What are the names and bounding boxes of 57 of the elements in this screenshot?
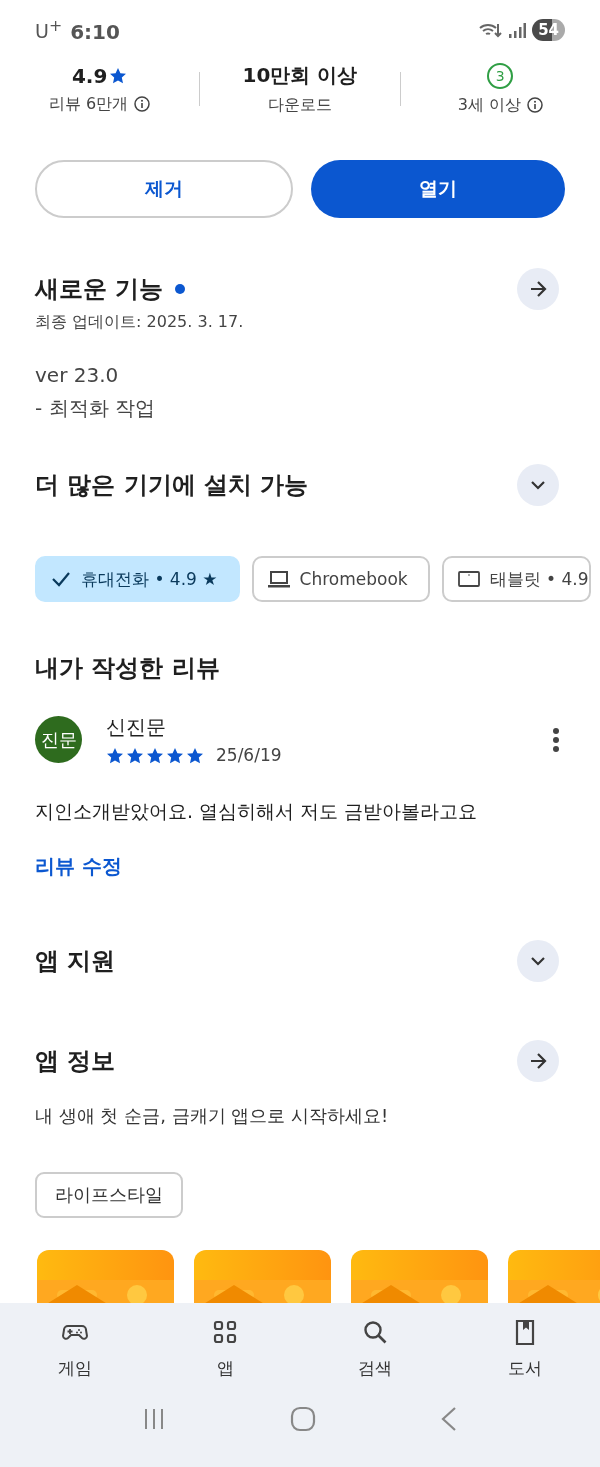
update-date: 최종 업데이트: 2025. 3. 17.: [34, 312, 245, 333]
section-title: 더 많은 기기에 설치 가능: [35, 470, 309, 501]
check-icon: [51, 570, 71, 588]
stat-label: 3세 이상: [457, 94, 521, 116]
release-note: ver 23.0: [35, 363, 120, 387]
star-icon: [126, 746, 144, 764]
nav-tab[interactable]: 도서: [450, 1319, 600, 1380]
star-icon: [109, 67, 128, 84]
age-rating-badge: 3: [487, 62, 514, 89]
avatar: 진문: [35, 716, 82, 763]
stat-label: 리뷰 6만개: [49, 93, 129, 115]
signal-icon: [508, 21, 527, 39]
reviewer-name: 신진문: [106, 714, 167, 741]
tablet-icon: [457, 570, 480, 588]
edit-review-link[interactable]: 리뷰 수정: [35, 853, 122, 880]
clock: 6:10: [70, 19, 120, 44]
star-icon: [186, 746, 204, 764]
expand-button[interactable]: [517, 464, 559, 506]
star-icon: [166, 746, 184, 764]
section-title: 새로운 기능: [35, 274, 164, 305]
app-description: 내 생애 첫 순금, 금캐기 앱으로 시작하세요!: [34, 1104, 390, 1128]
nav-tab[interactable]: 검색: [300, 1319, 450, 1380]
download-count: 10만회 이상: [242, 62, 358, 89]
info-icon: [134, 96, 151, 112]
more-icon[interactable]: [552, 726, 560, 753]
review-date: 25/6/19: [216, 745, 282, 765]
arrow-button[interactable]: [517, 268, 559, 310]
battery-level: 54: [532, 19, 565, 41]
nav-tab[interactable]: 앱: [150, 1319, 300, 1380]
nav-tab[interactable]: 게임: [0, 1319, 150, 1380]
review-text: 지인소개받았어요. 열심히해서 저도 금받아볼라고요: [34, 799, 479, 824]
release-note: - 최적화 작업: [35, 395, 156, 422]
info-icon: [526, 97, 543, 113]
back-icon[interactable]: [440, 1406, 458, 1432]
section-title: 내가 작성한 리뷰: [35, 653, 220, 684]
device-chip[interactable]: 휴대전화 • 4.9 ★: [35, 556, 240, 602]
open-button[interactable]: 열기: [311, 160, 565, 218]
star-icon: [146, 746, 164, 764]
device-chip[interactable]: Chromebook: [251, 556, 430, 602]
search-icon: [362, 1319, 388, 1345]
laptop-icon: [267, 570, 290, 588]
carrier-name: U$^{+}$: [35, 16, 63, 43]
apps-grid-icon: [212, 1319, 238, 1345]
category-tag[interactable]: 라이프스타일: [35, 1172, 183, 1218]
section-title: 앱 지원: [35, 946, 116, 977]
star-icon: [106, 746, 124, 764]
arrow-icon: [528, 1051, 548, 1071]
expand-button[interactable]: [517, 940, 559, 982]
section-title: 앱 정보: [35, 1046, 116, 1077]
rating-value: 4.9: [71, 63, 108, 88]
uninstall-button[interactable]: 제거: [35, 160, 293, 218]
stat-label: 다운로드: [268, 95, 332, 116]
arrow-icon: [528, 279, 548, 299]
arrow-button[interactable]: [517, 1040, 559, 1082]
home-icon[interactable]: [290, 1406, 316, 1432]
recent-apps-icon[interactable]: [142, 1407, 166, 1431]
device-chip[interactable]: 태블릿 • 4.9: [441, 556, 591, 602]
